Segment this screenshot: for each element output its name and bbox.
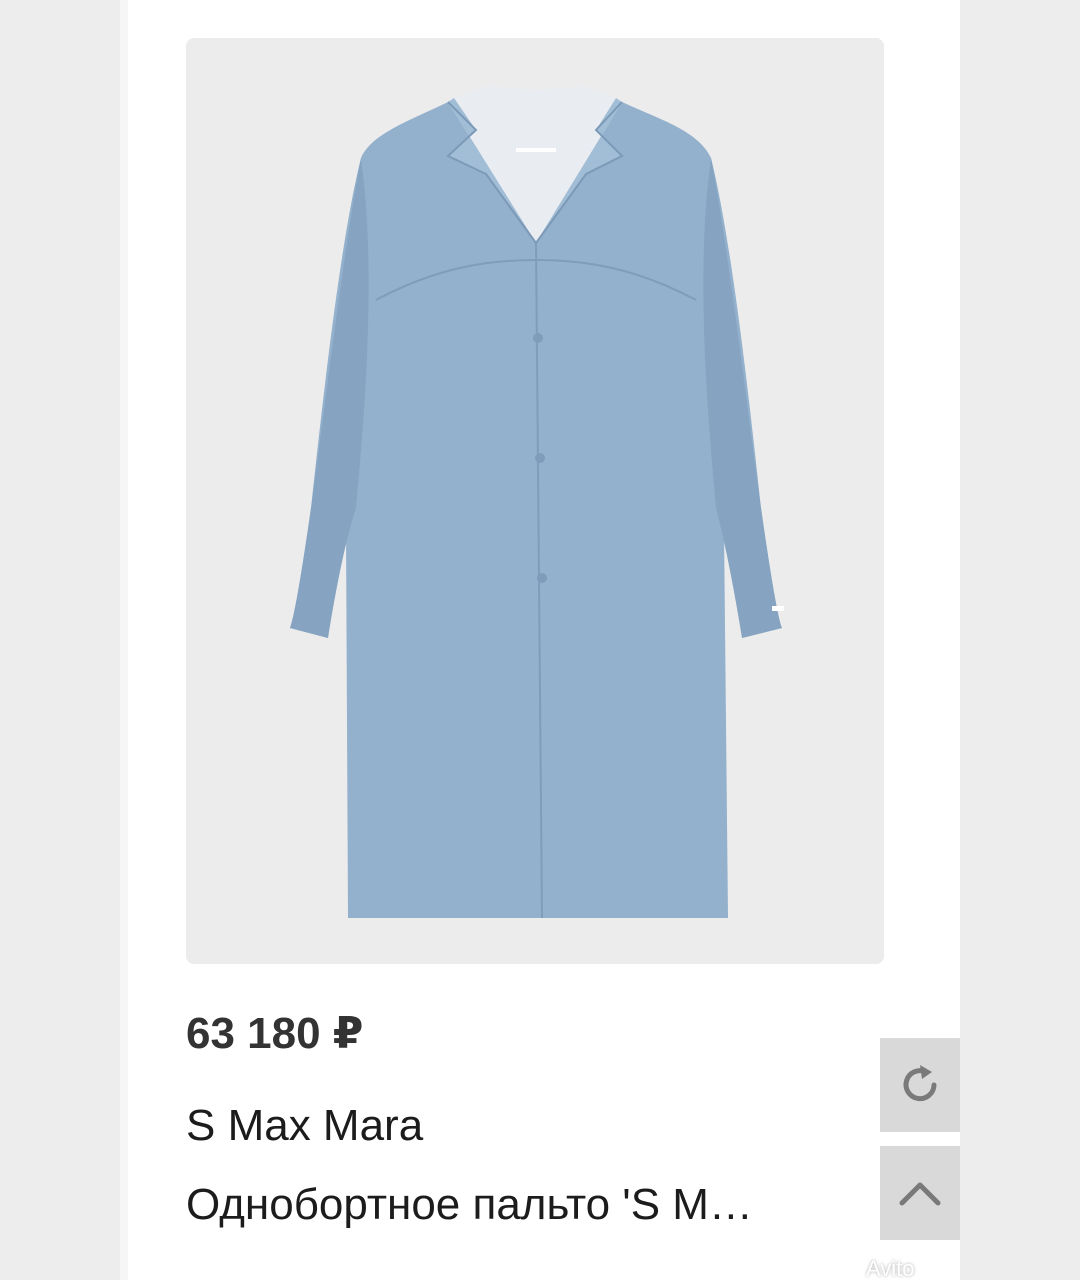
left-divider xyxy=(120,0,128,1280)
scroll-up-button[interactable] xyxy=(880,1146,960,1240)
chevron-up-icon xyxy=(899,1182,941,1206)
refresh-button[interactable] xyxy=(880,1038,960,1132)
right-margin xyxy=(960,0,1080,1280)
product-brand: S Max Mara xyxy=(186,1101,424,1150)
coat-illustration xyxy=(290,86,784,919)
product-title[interactable]: Однобортное пальто 'S M… xyxy=(186,1180,876,1230)
watermark: Avito xyxy=(866,1256,915,1281)
left-margin xyxy=(0,0,120,1280)
product-price: 63 180 ₽ xyxy=(186,1009,364,1058)
refresh-icon xyxy=(903,1065,937,1102)
product-image[interactable] xyxy=(186,38,884,964)
